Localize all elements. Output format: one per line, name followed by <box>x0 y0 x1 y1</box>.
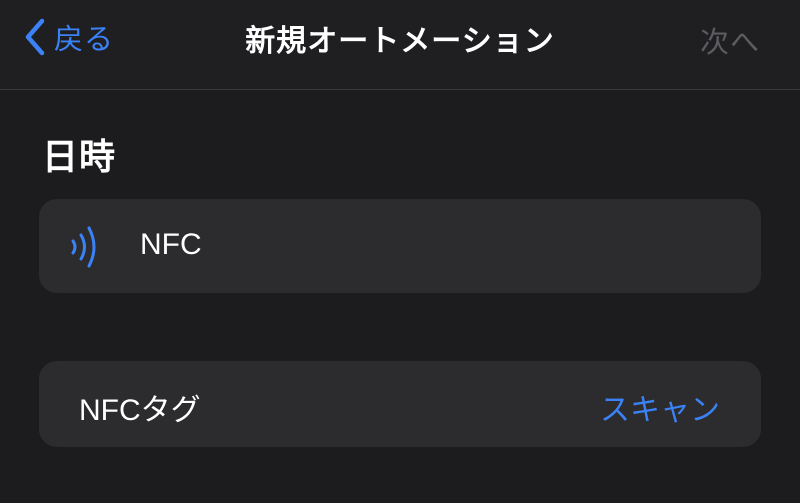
nfc-trigger-label: NFC <box>140 228 202 261</box>
back-button[interactable]: 戻る <box>22 14 114 60</box>
scan-button[interactable]: スキャン <box>600 385 720 429</box>
navigation-bar: 戻る 新規オートメーション 次へ <box>0 0 800 90</box>
nfc-tag-label: NFCタグ <box>79 394 201 427</box>
back-button-label: 戻る <box>54 22 115 56</box>
chevron-left-icon <box>25 18 45 56</box>
new-automation-screen: 戻る 新規オートメーション 次へ 日時 NFC NFCタグ スキャン <box>0 0 800 503</box>
section-header: 日時 <box>42 137 117 178</box>
next-button[interactable]: 次へ <box>700 19 760 61</box>
page-title: 新規オートメーション <box>245 24 555 59</box>
nfc-waves-icon <box>71 226 96 268</box>
